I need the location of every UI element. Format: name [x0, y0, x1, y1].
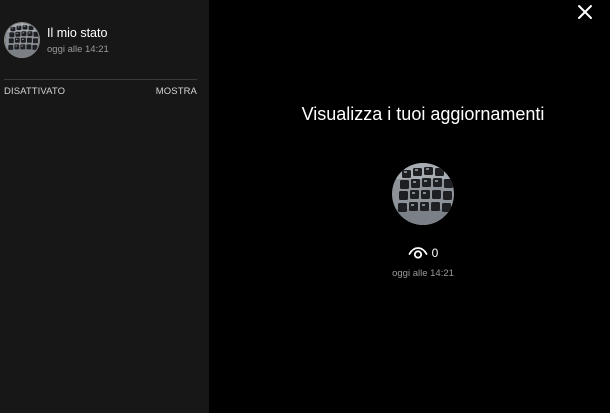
my-status-item[interactable]: Il mio stato oggi alle 14:21: [0, 0, 209, 66]
my-status-time: oggi alle 14:21: [47, 44, 109, 55]
close-icon: [578, 5, 592, 19]
update-time: oggi alle 14:21: [392, 268, 454, 279]
my-status-name: Il mio stato: [47, 26, 108, 40]
sidebar-divider: [4, 79, 197, 80]
views-row[interactable]: 0: [209, 246, 610, 260]
keyboard-photo-icon: [392, 163, 454, 225]
show-muted-button[interactable]: MOSTRA: [156, 86, 197, 97]
close-button[interactable]: [575, 2, 595, 22]
my-status-avatar: [4, 22, 40, 58]
views-count: 0: [431, 246, 439, 260]
sidebar: Il mio stato oggi alle 14:21 DISATTIVATO…: [0, 0, 209, 413]
viewer-title: Visualizza i tuoi aggiornamenti: [301, 104, 545, 124]
viewer-avatar[interactable]: [392, 163, 454, 225]
status-viewer: Visualizza i tuoi aggiornamenti 0 oggi a…: [209, 0, 610, 413]
keyboard-photo-icon: [5, 23, 39, 57]
eye-icon: [408, 247, 428, 259]
muted-section-label: DISATTIVATO: [4, 86, 66, 97]
